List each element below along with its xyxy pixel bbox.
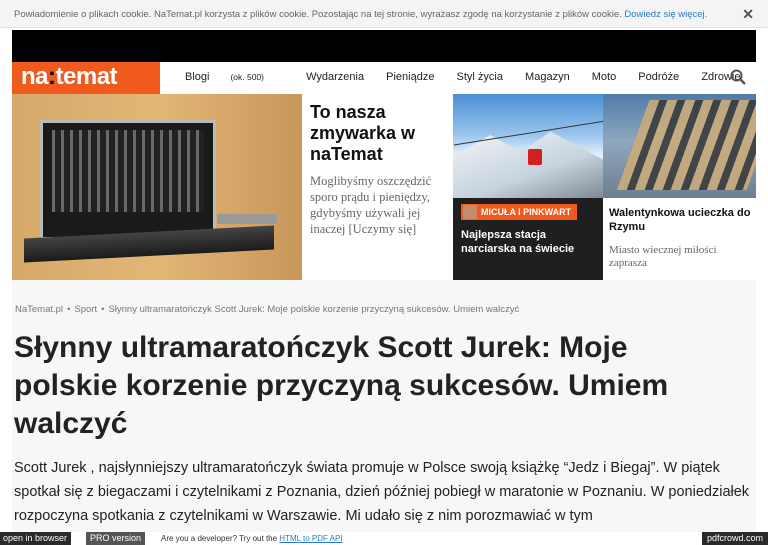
author-badge[interactable]: MICUŁA I PINKWART [461, 204, 578, 220]
nav-item-magazyn[interactable]: Magazyn [525, 71, 570, 83]
nav-item-moto[interactable]: Moto [592, 71, 616, 83]
cookie-text: Powiadomienie o plikach cookie. NaTemat.… [14, 9, 625, 20]
pro-version-button[interactable]: PRO version [86, 532, 146, 545]
pdfcrowd-logo[interactable]: pdfcrowd.com [701, 532, 768, 545]
cookie-more-link[interactable]: Dowiedz się więcej. [624, 9, 707, 20]
pdfcrowd-promo: Are you a developer? Try out the HTML to… [161, 534, 343, 543]
rome-story[interactable]: Walentynkowa ucieczka do Rzymu Miasto wi… [603, 94, 756, 280]
featured-story-text: Moglibyśmy oszczędzić sporo prądu i pien… [310, 174, 432, 236]
search-icon[interactable] [730, 69, 746, 85]
ski-story[interactable]: MICUŁA I PINKWART Najlepsza stacja narci… [453, 94, 603, 280]
ad-banner-strip [12, 30, 756, 62]
rome-story-text: Miasto wiecznej miłości zaprasza [609, 244, 717, 269]
featured-tiles: To nasza zmywarka w naTemat Moglibyśmy o… [12, 94, 756, 280]
dishwasher-photo[interactable] [12, 94, 302, 280]
breadcrumb-sport[interactable]: Sport [74, 304, 97, 315]
nav-item-podroze[interactable]: Podróże [638, 71, 679, 83]
nav-item-wydarzenia[interactable]: Wydarzenia [306, 71, 364, 83]
page-title: Słynny ultramaratończyk Scott Jurek: Moj… [14, 331, 669, 440]
open-in-browser-button[interactable]: open in browser [0, 532, 72, 545]
rome-story-title[interactable]: Walentynkowa ucieczka do Rzymu [609, 206, 754, 234]
html-to-pdf-link[interactable]: HTML to PDF API [279, 534, 342, 543]
nav-item-blogi[interactable]: Blogi (ok. 500) [185, 71, 284, 83]
breadcrumb: NaTemat.pl • Sport • Słynny ultramaratończyk… [15, 304, 520, 315]
article: NaTemat.pl • Sport • Słynny ultramaratończyk… [12, 280, 756, 532]
pdfcrowd-bar: open in browser PRO version Are you a de… [0, 532, 768, 545]
nav-item-styl-zycia[interactable]: Styl życia [457, 71, 503, 83]
featured-story-title[interactable]: To nasza zmywarka w naTemat [310, 102, 444, 165]
close-icon[interactable]: ✕ [742, 6, 754, 23]
avatar [463, 205, 477, 219]
article-lead: Scott Jurek , najsłynniejszy ultramarato… [14, 460, 750, 524]
menu: Blogi (ok. 500) Wydarzenia Pieniądze Styl… [185, 71, 759, 83]
breadcrumb-home[interactable]: NaTemat.pl [15, 304, 63, 315]
nav-item-pieniadze[interactable]: Pieniądze [386, 71, 434, 83]
featured-story[interactable]: To nasza zmywarka w naTemat Moglibyśmy o… [302, 94, 452, 280]
site-logo[interactable]: na:temat [12, 62, 160, 94]
ski-story-title[interactable]: Najlepsza stacja narciarska na świecie [461, 228, 597, 256]
main-navigation: na:temat Blogi (ok. 500) Wydarzenia Pieni… [12, 62, 756, 94]
cookie-notice: Powiadomienie o plikach cookie. NaTemat.… [0, 0, 768, 28]
breadcrumb-current: Słynny ultramaratończyk Scott Jurek: Moj… [108, 304, 520, 315]
